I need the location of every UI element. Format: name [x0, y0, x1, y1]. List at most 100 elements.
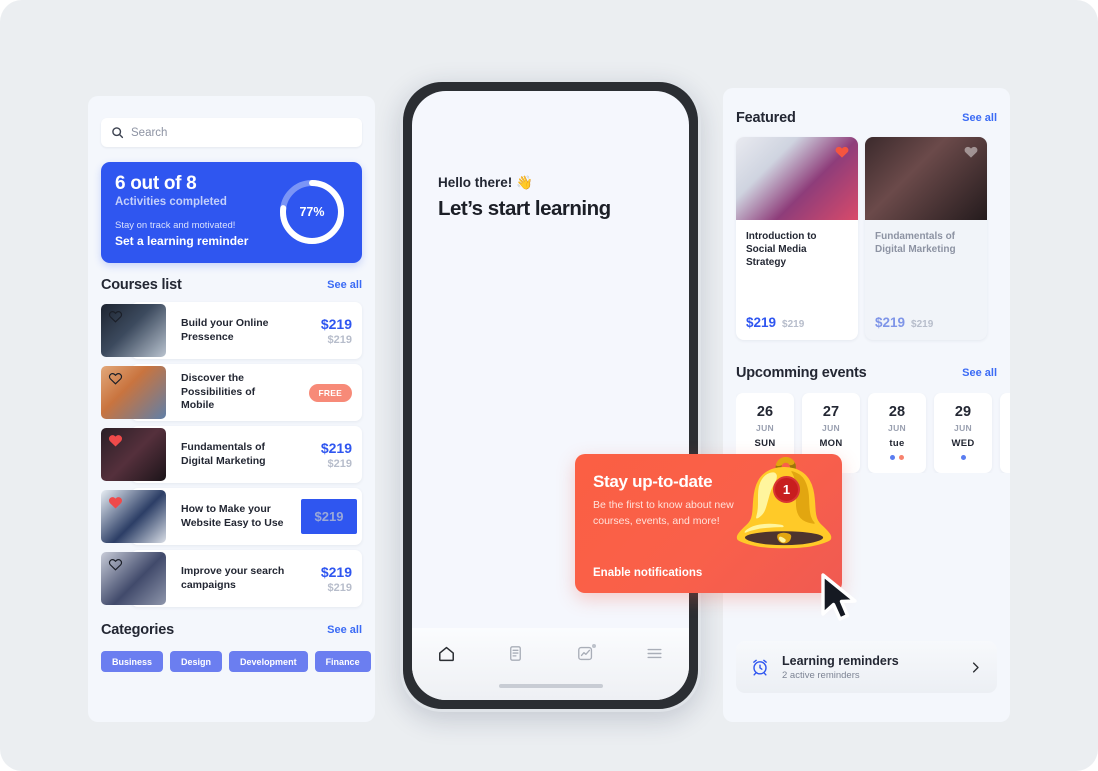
event-dot [899, 455, 904, 460]
event-date-card[interactable]: 28 JUN tue [868, 393, 926, 473]
category-chip[interactable]: Design [170, 651, 223, 672]
course-row[interactable]: Fundamentals of Digital Marketing $219 $21… [101, 426, 362, 483]
featured-thumbnail [865, 137, 987, 220]
favorite-heart-icon[interactable] [108, 309, 123, 329]
favorite-heart-icon[interactable] [963, 144, 979, 165]
event-dot [890, 455, 895, 460]
progress-card[interactable]: 6 out of 8 Activities completed Stay on … [101, 162, 362, 263]
course-title: Fundamentals of Digital Marketing [181, 441, 266, 467]
course-thumbnail [101, 366, 166, 419]
course-thumbnail [101, 428, 166, 481]
tab-menu[interactable] [645, 644, 664, 668]
categories-section-title: Categories [101, 622, 174, 638]
course-row[interactable]: How to Make your Website Easy to Use $219 [101, 488, 362, 545]
set-reminder-link[interactable]: Set a learning reminder [115, 234, 248, 248]
favorite-heart-icon[interactable] [834, 144, 850, 165]
course-thumbnail [101, 304, 166, 357]
featured-section-header: Featured See all [736, 110, 997, 126]
course-row[interactable]: Discover the Possibilities of Mobile FREE [101, 364, 362, 421]
category-chip[interactable]: Business [101, 651, 164, 672]
bottom-tab-bar [412, 628, 689, 700]
course-row[interactable]: Build your Online Pressence $219 $219 [101, 302, 362, 359]
featured-thumbnail [736, 137, 858, 220]
course-thumbnail [101, 552, 166, 605]
course-price-old: $219 [327, 457, 352, 470]
phone-mockup: Hello there! 👋 Let’s start learning [400, 79, 701, 712]
search-input[interactable]: Search [101, 118, 362, 147]
categories-chip-row: Business Design Development Finance [101, 651, 375, 672]
tab-home[interactable] [437, 644, 456, 668]
featured-price-old: $219 [782, 319, 805, 330]
event-dot [960, 455, 966, 460]
course-price-wrap: $219 $219 [321, 426, 352, 483]
search-icon [112, 127, 124, 139]
course-price: $219 [320, 315, 352, 332]
event-day: 28 [888, 404, 906, 420]
course-title: Improve your search campaigns [181, 565, 285, 591]
greeting-text: Hello there! 👋 [438, 175, 533, 190]
courses-see-all[interactable]: See all [327, 279, 362, 291]
app-mockup-stage: Search 6 out of 8 Activities completed S… [0, 0, 1098, 771]
progress-ring: 77% [276, 176, 348, 248]
progress-subhead: Activities completed [115, 196, 227, 208]
tab-documents[interactable] [506, 644, 525, 668]
documents-icon [510, 646, 522, 661]
course-price-wrap: $219 $219 [321, 302, 352, 359]
bell-badge: 1 [773, 476, 800, 503]
event-month: JUN [954, 423, 972, 433]
category-chip[interactable]: Finance [314, 651, 371, 672]
featured-price-old: $219 [911, 319, 934, 330]
mouse-cursor [821, 573, 857, 621]
course-price: $219 [320, 439, 352, 456]
event-date-card-partial[interactable] [1000, 393, 1010, 473]
featured-see-all[interactable]: See all [962, 112, 997, 124]
event-weekday: WED [951, 438, 975, 449]
menu-icon [647, 648, 662, 659]
event-dots [890, 455, 904, 460]
categories-section-header: Categories See all [101, 622, 362, 638]
notification-tooltip[interactable]: Stay up-to-date Be the first to know abo… [575, 454, 842, 593]
category-chip[interactable]: Development [229, 651, 308, 672]
event-month: JUN [888, 423, 906, 433]
favorite-heart-icon[interactable] [108, 433, 123, 453]
favorite-heart-icon[interactable] [108, 495, 123, 515]
events-section-header: Upcomming events See all [736, 365, 997, 381]
event-day: 29 [954, 404, 972, 420]
headline-text: Let’s start learning [438, 197, 611, 220]
course-thumbnail [101, 490, 166, 543]
enable-notifications-link[interactable]: Enable notifications [593, 567, 702, 579]
events-see-all[interactable]: See all [962, 367, 997, 379]
event-date-card[interactable]: 29 JUN WED [934, 393, 992, 473]
categories-see-all[interactable]: See all [327, 624, 362, 636]
course-title: How to Make your Website Easy to Use [181, 503, 284, 529]
featured-price-wrap: $219 $219 [746, 315, 804, 330]
analytics-badge [591, 644, 596, 648]
courses-section-header: Courses list See all [101, 277, 362, 293]
course-price-wrap: $219 $219 [321, 550, 352, 607]
course-badge-wrap: FREE [308, 364, 352, 421]
event-dots [960, 455, 966, 460]
featured-card[interactable]: Introduction to Social Media Strategy $21… [736, 137, 858, 340]
tab-analytics[interactable] [576, 644, 596, 668]
phone-screen: Hello there! 👋 Let’s start learning [412, 91, 689, 700]
home-icon [439, 646, 455, 662]
right-panel: Featured See all Introduction to Social … [723, 88, 1010, 722]
event-weekday: tue [889, 438, 905, 449]
featured-price-wrap: $219 $219 [875, 315, 933, 330]
learning-reminders-card[interactable]: Learning reminders 2 active reminders [736, 641, 997, 693]
event-day: 27 [822, 404, 840, 420]
reminder-subtitle: 2 active reminders [782, 669, 860, 681]
course-price-selected[interactable]: $219 [301, 499, 357, 534]
featured-card[interactable]: Fundamentals of Digital Marketing $219 $21… [865, 137, 987, 340]
event-weekday: SUN [754, 438, 776, 449]
bell-icon: 🔔 [730, 455, 838, 551]
favorite-heart-icon[interactable] [108, 557, 123, 577]
course-row[interactable]: Improve your search campaigns $219 $219 [101, 550, 362, 607]
chevron-right-icon[interactable] [968, 660, 983, 675]
favorite-heart-icon[interactable] [108, 371, 123, 391]
event-weekday: MON [819, 438, 843, 449]
free-badge: FREE [308, 383, 352, 402]
courses-section-title: Courses list [101, 277, 182, 293]
course-title: Build your Online Pressence [181, 317, 269, 343]
reminder-title: Learning reminders [782, 653, 899, 668]
